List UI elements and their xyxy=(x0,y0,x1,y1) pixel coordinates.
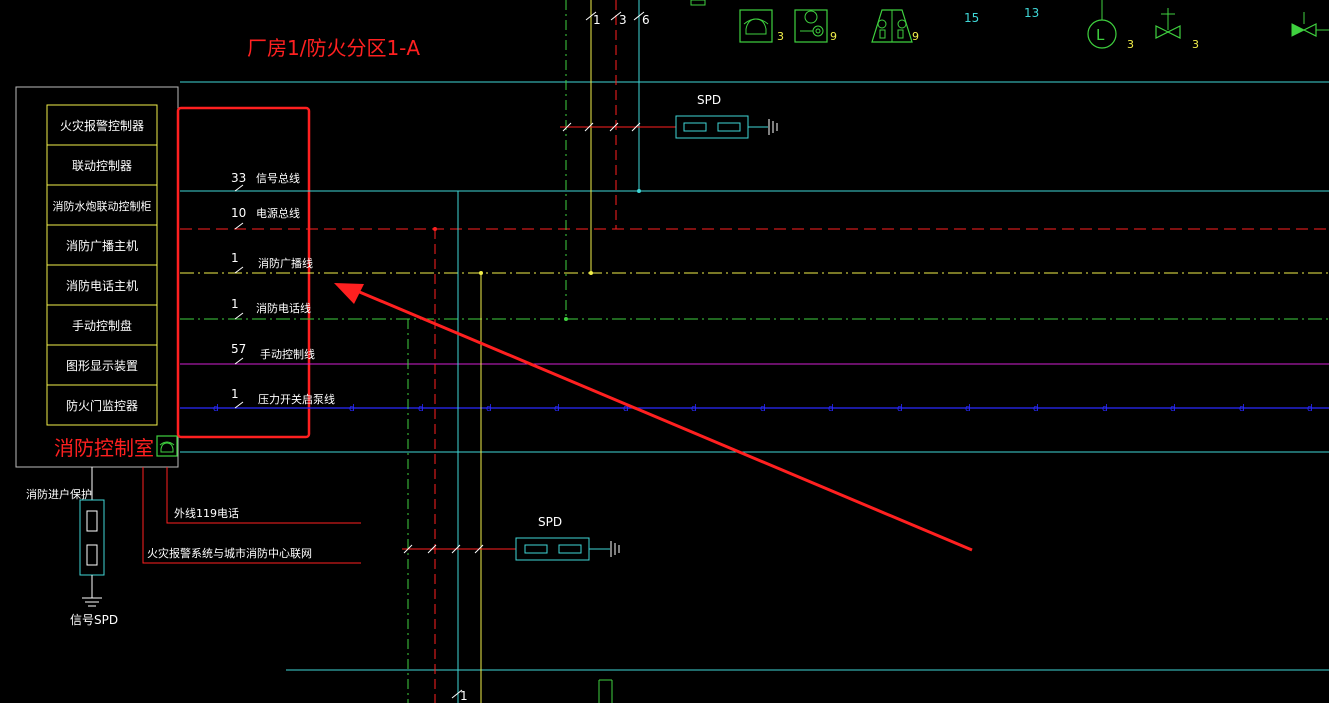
riser-number-3: 3 xyxy=(619,13,627,27)
check-valve-icon xyxy=(1291,12,1329,37)
device-water-cannon-cabinet: 消防水炮联动控制柜 xyxy=(53,199,152,213)
bus-marker: d xyxy=(1102,404,1108,414)
legend-count-2: 9 xyxy=(830,30,837,43)
riser-number-6: 6 xyxy=(642,13,650,27)
bus-label-phone: 消防电话线 xyxy=(256,301,311,315)
bus-marker: d xyxy=(213,404,219,414)
bus-marker: d xyxy=(349,404,355,414)
device-broadcast-host: 消防广播主机 xyxy=(66,238,138,253)
upper-spd: SPD xyxy=(560,93,778,139)
device-fire-alarm-controller: 火灾报警控制器 xyxy=(60,118,144,133)
manual-call-point-icon xyxy=(871,9,913,43)
level-switch-letter: L xyxy=(1096,26,1105,44)
device-linkage-controller: 联动控制器 xyxy=(72,159,132,173)
bus-markers: d d d d d d d d d d d d d d d d xyxy=(213,404,1313,414)
bus-label-pressure: 压力开关启泵线 xyxy=(258,392,335,406)
device-stack: 火灾报警控制器 联动控制器 消防水炮联动控制柜 消防广播主机 消防电话主机 手动… xyxy=(46,104,158,426)
device-fire-door-monitor: 防火门监控器 xyxy=(66,398,138,413)
alarm-bell-icon xyxy=(739,9,773,43)
riser-number-1: 1 xyxy=(593,13,601,27)
device-manual-panel: 手动控制盘 xyxy=(72,318,132,333)
bus-count-manual: 57 xyxy=(231,342,246,356)
phone-icon xyxy=(156,435,178,457)
spd-label-lower: SPD xyxy=(538,515,562,529)
bus-marker: d xyxy=(554,404,560,414)
riser-numbers: 1 3 6 1 xyxy=(451,11,650,703)
signal-spd-label: 信号SPD xyxy=(70,613,118,627)
valve-icon xyxy=(1155,8,1181,39)
bus-marker: d xyxy=(691,404,697,414)
bus-marker: d xyxy=(1033,404,1039,414)
bus-marker: d xyxy=(760,404,766,414)
legend-count-5: 3 xyxy=(1192,38,1199,51)
bus-count-signal: 33 xyxy=(231,171,246,185)
sounder-icon xyxy=(794,9,828,43)
bus-marker: d xyxy=(1239,404,1245,414)
bus-labels: 33 信号总线 10 电源总线 1 消防广播线 1 消防电话线 57 手动控制线… xyxy=(231,171,335,409)
device-phone-host: 消防电话主机 xyxy=(66,278,138,293)
entry-protection-label: 消防进户保护 xyxy=(26,487,92,501)
bus-count-phone: 1 xyxy=(231,297,239,311)
annotation-arrow xyxy=(334,283,973,552)
bus-marker: d xyxy=(486,404,492,414)
legend-number-13: 13 xyxy=(1024,6,1039,20)
bus-count-power: 10 xyxy=(231,206,246,220)
drawing-title: 厂房1/防火分区1-A xyxy=(247,36,420,60)
bus-marker: d xyxy=(1307,404,1313,414)
bus-label-broadcast: 消防广播线 xyxy=(258,256,313,270)
legend-small-box xyxy=(690,0,706,6)
bus-marker: d xyxy=(1170,404,1176,414)
bus-marker: d xyxy=(965,404,971,414)
device-graphic-display: 图形显示装置 xyxy=(66,359,138,373)
vertical-risers xyxy=(407,0,641,703)
level-switch-icon: L xyxy=(1087,0,1117,49)
bus-label-manual: 手动控制线 xyxy=(260,347,315,361)
cad-drawing: 厂房1/防火分区1-A 火灾报警控制器 联动控制器 消防水炮联动控制柜 消防广播… xyxy=(15,0,1329,703)
legend-number-15: 15 xyxy=(964,11,979,25)
bus-label-signal: 信号总线 xyxy=(256,171,300,185)
bus-label-power: 电源总线 xyxy=(256,206,300,220)
bus-count-broadcast: 1 xyxy=(231,251,239,265)
entry-protection-spd: 消防进户保护 信号SPD xyxy=(26,467,118,627)
legend-symbols: 3 9 9 15 13 L 3 3 xyxy=(690,0,1329,51)
bus-lines xyxy=(180,81,1329,671)
external-links: 外线119电话 火灾报警系统与城市消防中心联网 xyxy=(142,467,361,564)
phone-119-label: 外线119电话 xyxy=(174,506,239,520)
bus-count-pressure: 1 xyxy=(231,387,239,401)
bus-marker: d xyxy=(828,404,834,414)
city-network-label: 火灾报警系统与城市消防中心联网 xyxy=(147,546,312,560)
control-room-label: 消防控制室 xyxy=(54,436,154,460)
legend-count-4: 3 xyxy=(1127,38,1134,51)
bus-marker: d xyxy=(418,404,424,414)
legend-count-3: 9 xyxy=(912,30,919,43)
spd-label-upper: SPD xyxy=(697,93,721,107)
legend-count-1: 3 xyxy=(777,30,784,43)
bus-marker: d xyxy=(897,404,903,414)
